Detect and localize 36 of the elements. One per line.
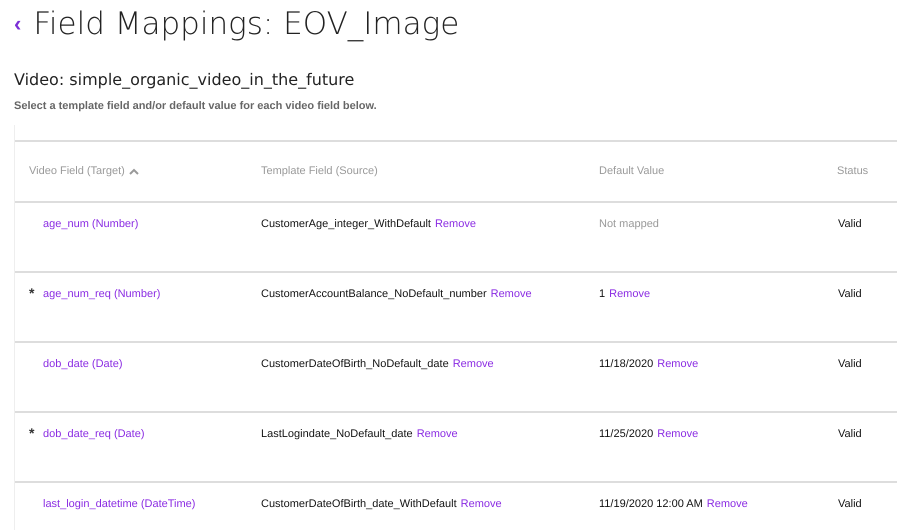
target-field-link[interactable]: dob_date_req (Date): [43, 426, 145, 442]
source-field-text: LastLogindate_NoDefault_date: [261, 426, 413, 442]
status-text: Valid: [838, 428, 862, 440]
remove-link[interactable]: Remove: [657, 356, 698, 372]
status-text: Valid: [838, 498, 862, 510]
default-value-text: 11/18/2020: [599, 356, 654, 372]
not-mapped-text: Not mapped: [599, 216, 659, 232]
target-field-link[interactable]: age_num (Number): [43, 216, 138, 232]
page-title: Field Mappings: EOV_Image: [33, 8, 460, 40]
video-title: Video: simple_organic_video_in_the_future: [14, 69, 356, 91]
required-marker: *: [29, 286, 36, 300]
remove-link[interactable]: Remove: [460, 496, 502, 512]
instruction-text: Select a template field and/or default value for each video field below.: [14, 99, 378, 114]
remove-link[interactable]: Remove: [434, 216, 476, 232]
source-field-text: CustomerDateOfBirth_NoDefault_date: [261, 356, 449, 372]
target-field-link[interactable]: age_num_req (Number): [43, 286, 160, 302]
source-field-text: CustomerAccountBalance_NoDefault_number: [261, 286, 487, 302]
back-button[interactable]: ‹: [14, 13, 22, 35]
source-field-text: CustomerDateOfBirth_date_WithDefault: [261, 496, 457, 512]
default-value-text: 11/19/2020 12:00 AM: [599, 496, 703, 512]
source-field-text: CustomerAge_integer_WithDefault: [261, 216, 431, 232]
remove-link[interactable]: Remove: [490, 286, 532, 302]
remove-link[interactable]: Remove: [452, 356, 494, 372]
sort-ascending-icon[interactable]: [128, 168, 139, 174]
status-text: Valid: [838, 358, 862, 370]
target-field-link[interactable]: dob_date (Date): [43, 356, 122, 372]
remove-link[interactable]: Remove: [416, 426, 458, 442]
default-value-text: 1: [599, 286, 606, 302]
remove-link[interactable]: Remove: [706, 496, 748, 512]
target-field-link[interactable]: last_login_datetime (DateTime): [43, 496, 196, 512]
status-text: Valid: [838, 218, 862, 230]
default-value-text: 11/25/2020: [599, 426, 654, 442]
required-marker: *: [29, 426, 36, 440]
remove-link[interactable]: Remove: [657, 426, 698, 442]
status-text: Valid: [838, 288, 862, 300]
remove-link[interactable]: Remove: [609, 286, 650, 302]
